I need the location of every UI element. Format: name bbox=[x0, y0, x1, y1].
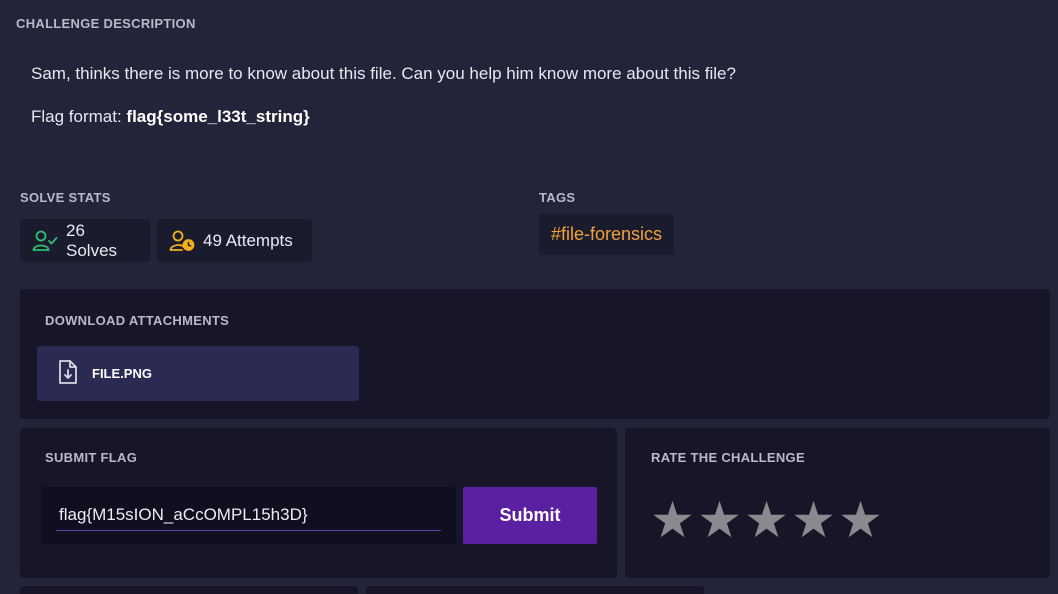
tag-file-forensics[interactable]: #file-forensics bbox=[539, 214, 675, 255]
star-1-icon[interactable]: ★ bbox=[650, 492, 695, 548]
lower-panel-left bbox=[20, 586, 358, 594]
attachment-filename: FILE.PNG bbox=[92, 366, 152, 381]
lower-panel-right bbox=[366, 586, 704, 594]
star-4-icon[interactable]: ★ bbox=[791, 492, 836, 548]
star-2-icon[interactable]: ★ bbox=[697, 492, 742, 548]
description-body: Sam, thinks there is more to know about … bbox=[31, 64, 736, 83]
flag-input[interactable] bbox=[56, 499, 441, 531]
file-download-icon bbox=[58, 359, 78, 388]
user-check-icon bbox=[32, 230, 58, 252]
star-5-icon[interactable]: ★ bbox=[838, 492, 883, 548]
attempts-stat: 49 Attempts bbox=[157, 219, 312, 262]
attempts-count: 49 Attempts bbox=[203, 230, 293, 250]
solves-count: 26 Solves bbox=[66, 220, 118, 260]
flag-format-value: flag{some_l33t_string} bbox=[126, 107, 310, 126]
tags-heading: TAGS bbox=[539, 190, 576, 205]
star-3-icon[interactable]: ★ bbox=[744, 492, 789, 548]
description-heading: CHALLENGE DESCRIPTION bbox=[16, 16, 196, 31]
submit-flag-heading: SUBMIT FLAG bbox=[45, 450, 138, 465]
flag-input-container bbox=[41, 487, 456, 544]
attachment-file-png[interactable]: FILE.PNG bbox=[37, 346, 359, 401]
flag-format-label: Flag format: bbox=[31, 107, 127, 126]
user-clock-icon bbox=[169, 230, 195, 252]
star-rating: ★ ★ ★ ★ ★ bbox=[650, 492, 883, 548]
rating-heading: RATE THE CHALLENGE bbox=[651, 450, 805, 465]
flag-format: Flag format: flag{some_l33t_string} bbox=[31, 107, 310, 127]
solves-stat: 26 Solves bbox=[20, 219, 150, 262]
submit-button[interactable]: Submit bbox=[463, 487, 597, 544]
attachments-heading: DOWNLOAD ATTACHMENTS bbox=[45, 313, 230, 328]
solve-stats-heading: SOLVE STATS bbox=[20, 190, 111, 205]
